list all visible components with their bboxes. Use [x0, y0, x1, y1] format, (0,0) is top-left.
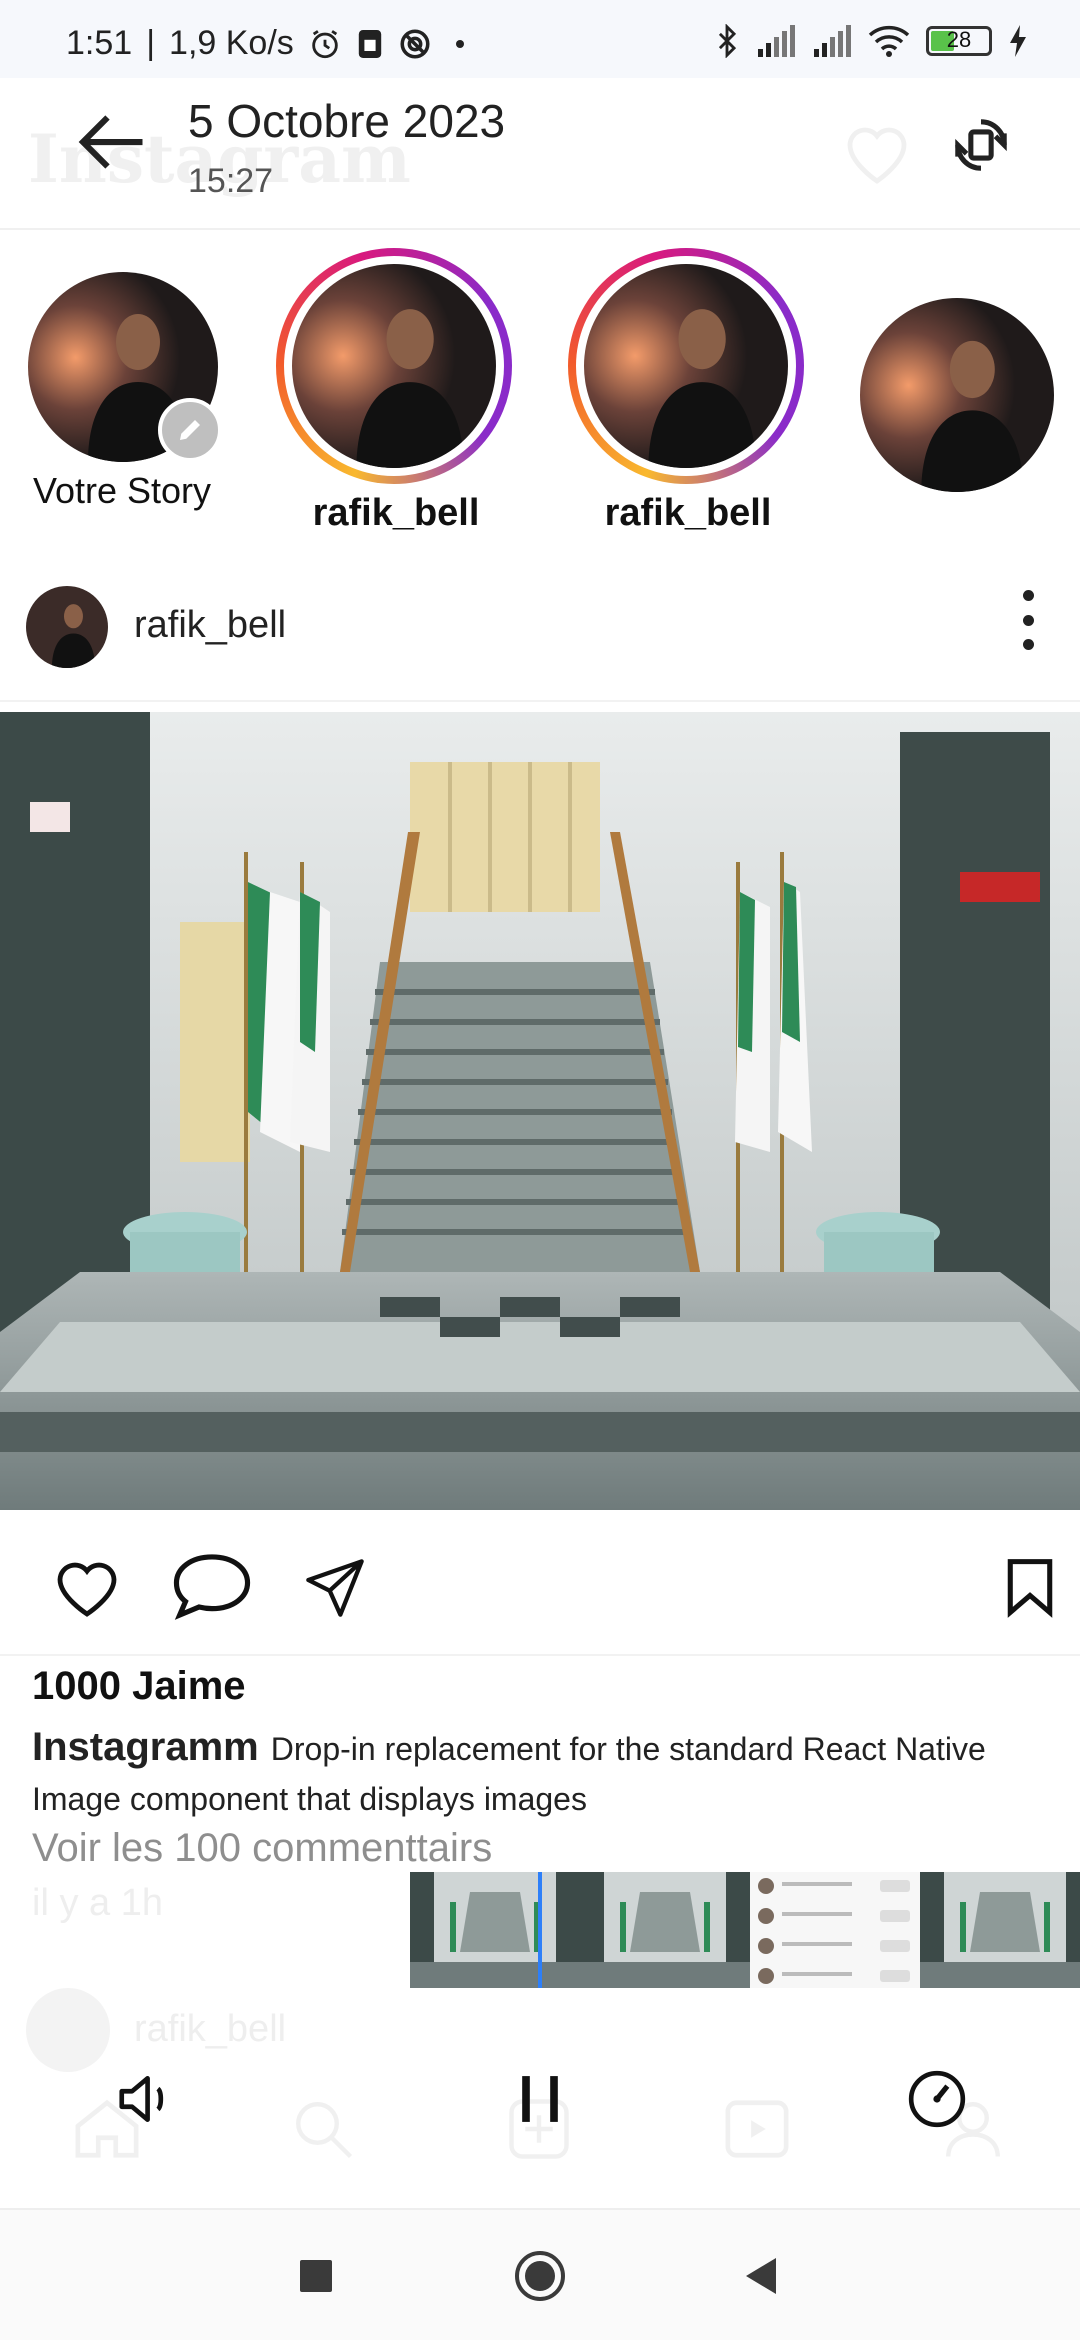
status-time: 1:51	[66, 24, 133, 62]
bluetooth-icon	[718, 24, 737, 58]
wifi-icon	[868, 25, 910, 57]
home-button[interactable]	[514, 2250, 566, 2302]
story-item[interactable]: rafik_bell	[568, 248, 808, 538]
story-item[interactable]: rafik_bell	[276, 248, 516, 538]
battery-level: 28	[946, 27, 972, 52]
next-post-avatar	[26, 1988, 110, 2072]
sim-icon	[358, 29, 381, 58]
story-label: rafik_bell	[604, 492, 772, 534]
timeline-playhead[interactable]	[538, 1872, 542, 1988]
caption-username[interactable]: Instagramm	[32, 1725, 259, 1769]
pause-icon[interactable]	[512, 2068, 568, 2130]
likes-count[interactable]: 1000 Jaime	[32, 1664, 246, 1709]
story-own[interactable]: Votre Story	[22, 268, 222, 528]
post-image[interactable]	[0, 712, 1080, 1510]
signal-icon	[814, 25, 851, 57]
story-item[interactable]	[860, 298, 1056, 498]
more-options-icon[interactable]	[1010, 590, 1046, 650]
view-comments-link[interactable]: Voir les 100 commenttairs	[32, 1826, 492, 1871]
story-label: rafik_bell	[312, 492, 480, 534]
story-label: Votre Story	[32, 470, 212, 511]
status-left: 1:51 | 1,9 Ko/s	[66, 24, 464, 63]
activity-heart-icon	[847, 127, 907, 184]
media-date: 5 Octobre 2023	[188, 95, 506, 147]
post-divider	[0, 700, 1080, 702]
story-avatar	[292, 264, 496, 468]
post-avatar[interactable]	[26, 586, 108, 668]
playback-speed-icon[interactable]	[906, 2068, 968, 2130]
charging-icon	[1010, 25, 1026, 57]
share-send-icon[interactable]	[302, 1556, 368, 1620]
story-avatar	[584, 264, 788, 468]
status-right: 28	[714, 24, 1028, 58]
alarm-icon	[312, 29, 338, 58]
signal-icon	[758, 25, 795, 57]
media-time: 15:27	[188, 162, 274, 200]
post-username[interactable]: rafik_bell	[134, 604, 286, 647]
video-timeline[interactable]	[410, 1872, 1080, 1988]
back-button[interactable]	[742, 2256, 778, 2296]
header-divider	[0, 228, 1080, 230]
network-speed: 1,9 Ko/s	[169, 24, 294, 62]
next-post-username: rafik_bell	[134, 2008, 287, 2050]
reels-icon	[725, 2100, 789, 2158]
post-time-ago: il y a 1h	[32, 1882, 163, 1924]
battery-icon: 28	[926, 26, 992, 56]
dot-icon	[455, 39, 464, 48]
timeline-thumbnail	[580, 1872, 750, 1988]
timeline-thumbnail	[920, 1872, 1080, 1988]
comment-icon[interactable]	[170, 1550, 254, 1622]
edit-story-button[interactable]	[158, 398, 222, 462]
vpn-icon	[400, 28, 430, 59]
recent-apps-button[interactable]	[300, 2260, 332, 2292]
timeline-thumbnail	[410, 1872, 580, 1988]
actions-divider	[0, 1654, 1080, 1656]
timeline-thumbnail	[750, 1872, 920, 1988]
search-icon	[296, 2102, 353, 2159]
story-avatar	[860, 298, 1054, 492]
bookmark-icon[interactable]	[1004, 1556, 1056, 1618]
pencil-icon	[180, 420, 200, 440]
rotate-screen-icon[interactable]	[952, 116, 1010, 174]
back-arrow-icon[interactable]	[76, 112, 146, 172]
volume-icon[interactable]	[114, 2068, 176, 2130]
post-caption: Instagramm Drop-in replacement for the st…	[32, 1722, 1042, 1824]
like-heart-icon[interactable]	[50, 1554, 124, 1620]
